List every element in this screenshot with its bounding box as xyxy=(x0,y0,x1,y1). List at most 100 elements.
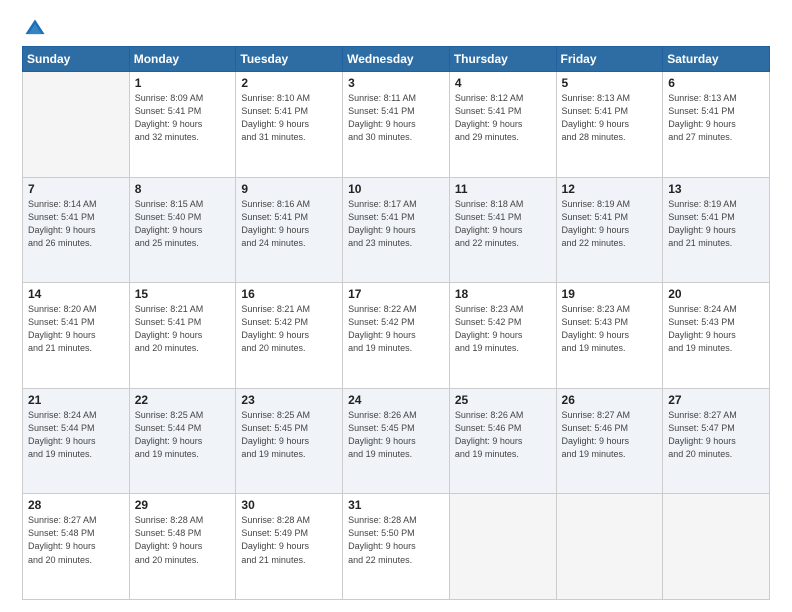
day-number: 27 xyxy=(668,393,764,407)
calendar-week-row: 28Sunrise: 8:27 AMSunset: 5:48 PMDayligh… xyxy=(23,494,770,600)
cell-info: Sunrise: 8:24 AMSunset: 5:44 PMDaylight:… xyxy=(28,409,124,461)
day-number: 13 xyxy=(668,182,764,196)
cell-info: Sunrise: 8:23 AMSunset: 5:43 PMDaylight:… xyxy=(562,303,658,355)
cell-info: Sunrise: 8:14 AMSunset: 5:41 PMDaylight:… xyxy=(28,198,124,250)
calendar-cell: 1 Sunrise: 8:09 AMSunset: 5:41 PMDaylight… xyxy=(129,72,236,178)
cell-info: Sunrise: 8:20 AMSunset: 5:41 PMDaylight:… xyxy=(28,303,124,355)
cell-info: Sunrise: 8:10 AMSunset: 5:41 PMDaylight:… xyxy=(241,92,337,144)
calendar-cell: 6 Sunrise: 8:13 AMSunset: 5:41 PMDaylight… xyxy=(663,72,770,178)
day-number: 15 xyxy=(135,287,231,301)
calendar-week-row: 7 Sunrise: 8:14 AMSunset: 5:41 PMDaylight… xyxy=(23,177,770,283)
calendar-cell: 22 Sunrise: 8:25 AMSunset: 5:44 PMDayligh… xyxy=(129,388,236,494)
calendar-cell: 30 Sunrise: 8:28 AMSunset: 5:49 PMDayligh… xyxy=(236,494,343,600)
calendar-cell: 18 Sunrise: 8:23 AMSunset: 5:42 PMDayligh… xyxy=(449,283,556,389)
day-number: 8 xyxy=(135,182,231,196)
day-number: 25 xyxy=(455,393,551,407)
calendar-cell xyxy=(663,494,770,600)
calendar-week-row: 21 Sunrise: 8:24 AMSunset: 5:44 PMDayligh… xyxy=(23,388,770,494)
cell-info: Sunrise: 8:19 AMSunset: 5:41 PMDaylight:… xyxy=(668,198,764,250)
cell-info: Sunrise: 8:26 AMSunset: 5:45 PMDaylight:… xyxy=(348,409,444,461)
day-number: 28 xyxy=(28,498,124,512)
page: SundayMondayTuesdayWednesdayThursdayFrid… xyxy=(0,0,792,612)
day-number: 10 xyxy=(348,182,444,196)
day-number: 11 xyxy=(455,182,551,196)
day-number: 24 xyxy=(348,393,444,407)
calendar-week-row: 14 Sunrise: 8:20 AMSunset: 5:41 PMDayligh… xyxy=(23,283,770,389)
day-number: 31 xyxy=(348,498,444,512)
day-number: 14 xyxy=(28,287,124,301)
calendar-cell: 11 Sunrise: 8:18 AMSunset: 5:41 PMDayligh… xyxy=(449,177,556,283)
calendar-cell: 21 Sunrise: 8:24 AMSunset: 5:44 PMDayligh… xyxy=(23,388,130,494)
cell-info: Sunrise: 8:13 AMSunset: 5:41 PMDaylight:… xyxy=(562,92,658,144)
cell-info: Sunrise: 8:16 AMSunset: 5:41 PMDaylight:… xyxy=(241,198,337,250)
day-number: 6 xyxy=(668,76,764,90)
calendar-cell: 16 Sunrise: 8:21 AMSunset: 5:42 PMDayligh… xyxy=(236,283,343,389)
day-number: 19 xyxy=(562,287,658,301)
calendar-cell: 3Sunrise: 8:11 AMSunset: 5:41 PMDaylight… xyxy=(343,72,450,178)
day-number: 18 xyxy=(455,287,551,301)
calendar-cell: 7 Sunrise: 8:14 AMSunset: 5:41 PMDaylight… xyxy=(23,177,130,283)
day-number: 1 xyxy=(135,76,231,90)
day-number: 21 xyxy=(28,393,124,407)
weekday-header: Monday xyxy=(129,47,236,72)
calendar-cell xyxy=(449,494,556,600)
cell-info: Sunrise: 8:27 AMSunset: 5:47 PMDaylight:… xyxy=(668,409,764,461)
cell-info: Sunrise: 8:18 AMSunset: 5:41 PMDaylight:… xyxy=(455,198,551,250)
logo xyxy=(22,18,50,40)
day-number: 16 xyxy=(241,287,337,301)
logo-icon xyxy=(24,18,46,40)
calendar-cell: 10 Sunrise: 8:17 AMSunset: 5:41 PMDayligh… xyxy=(343,177,450,283)
calendar-cell xyxy=(556,494,663,600)
cell-info: Sunrise: 8:13 AMSunset: 5:41 PMDaylight:… xyxy=(668,92,764,144)
calendar-cell: 28Sunrise: 8:27 AMSunset: 5:48 PMDayligh… xyxy=(23,494,130,600)
calendar-cell: 8 Sunrise: 8:15 AMSunset: 5:40 PMDaylight… xyxy=(129,177,236,283)
cell-info: Sunrise: 8:09 AMSunset: 5:41 PMDaylight:… xyxy=(135,92,231,144)
header xyxy=(22,18,770,40)
calendar-cell: 24 Sunrise: 8:26 AMSunset: 5:45 PMDayligh… xyxy=(343,388,450,494)
calendar-header-row: SundayMondayTuesdayWednesdayThursdayFrid… xyxy=(23,47,770,72)
calendar-cell: 14 Sunrise: 8:20 AMSunset: 5:41 PMDayligh… xyxy=(23,283,130,389)
cell-info: Sunrise: 8:26 AMSunset: 5:46 PMDaylight:… xyxy=(455,409,551,461)
cell-info: Sunrise: 8:21 AMSunset: 5:41 PMDaylight:… xyxy=(135,303,231,355)
weekday-header: Sunday xyxy=(23,47,130,72)
calendar-cell: 5 Sunrise: 8:13 AMSunset: 5:41 PMDaylight… xyxy=(556,72,663,178)
cell-info: Sunrise: 8:23 AMSunset: 5:42 PMDaylight:… xyxy=(455,303,551,355)
day-number: 22 xyxy=(135,393,231,407)
calendar-table: SundayMondayTuesdayWednesdayThursdayFrid… xyxy=(22,46,770,600)
cell-info: Sunrise: 8:21 AMSunset: 5:42 PMDaylight:… xyxy=(241,303,337,355)
day-number: 20 xyxy=(668,287,764,301)
cell-info: Sunrise: 8:15 AMSunset: 5:40 PMDaylight:… xyxy=(135,198,231,250)
cell-info: Sunrise: 8:17 AMSunset: 5:41 PMDaylight:… xyxy=(348,198,444,250)
cell-info: Sunrise: 8:28 AMSunset: 5:48 PMDaylight:… xyxy=(135,514,231,566)
day-number: 7 xyxy=(28,182,124,196)
day-number: 23 xyxy=(241,393,337,407)
calendar-cell: 27 Sunrise: 8:27 AMSunset: 5:47 PMDayligh… xyxy=(663,388,770,494)
day-number: 12 xyxy=(562,182,658,196)
day-number: 17 xyxy=(348,287,444,301)
cell-info: Sunrise: 8:24 AMSunset: 5:43 PMDaylight:… xyxy=(668,303,764,355)
weekday-header: Thursday xyxy=(449,47,556,72)
calendar-cell: 15 Sunrise: 8:21 AMSunset: 5:41 PMDayligh… xyxy=(129,283,236,389)
calendar-cell: 9 Sunrise: 8:16 AMSunset: 5:41 PMDaylight… xyxy=(236,177,343,283)
day-number: 5 xyxy=(562,76,658,90)
calendar-cell: 2Sunrise: 8:10 AMSunset: 5:41 PMDaylight… xyxy=(236,72,343,178)
calendar-cell: 19 Sunrise: 8:23 AMSunset: 5:43 PMDayligh… xyxy=(556,283,663,389)
day-number: 30 xyxy=(241,498,337,512)
cell-info: Sunrise: 8:22 AMSunset: 5:42 PMDaylight:… xyxy=(348,303,444,355)
day-number: 9 xyxy=(241,182,337,196)
calendar-cell: 23Sunrise: 8:25 AMSunset: 5:45 PMDayligh… xyxy=(236,388,343,494)
cell-info: Sunrise: 8:28 AMSunset: 5:49 PMDaylight:… xyxy=(241,514,337,566)
calendar-cell: 4Sunrise: 8:12 AMSunset: 5:41 PMDaylight… xyxy=(449,72,556,178)
day-number: 4 xyxy=(455,76,551,90)
calendar-cell: 26Sunrise: 8:27 AMSunset: 5:46 PMDayligh… xyxy=(556,388,663,494)
weekday-header: Wednesday xyxy=(343,47,450,72)
calendar-week-row: 1 Sunrise: 8:09 AMSunset: 5:41 PMDaylight… xyxy=(23,72,770,178)
cell-info: Sunrise: 8:25 AMSunset: 5:44 PMDaylight:… xyxy=(135,409,231,461)
cell-info: Sunrise: 8:28 AMSunset: 5:50 PMDaylight:… xyxy=(348,514,444,566)
day-number: 3 xyxy=(348,76,444,90)
calendar-cell xyxy=(23,72,130,178)
cell-info: Sunrise: 8:19 AMSunset: 5:41 PMDaylight:… xyxy=(562,198,658,250)
weekday-header: Tuesday xyxy=(236,47,343,72)
calendar-cell: 31 Sunrise: 8:28 AMSunset: 5:50 PMDayligh… xyxy=(343,494,450,600)
calendar-cell: 17 Sunrise: 8:22 AMSunset: 5:42 PMDayligh… xyxy=(343,283,450,389)
